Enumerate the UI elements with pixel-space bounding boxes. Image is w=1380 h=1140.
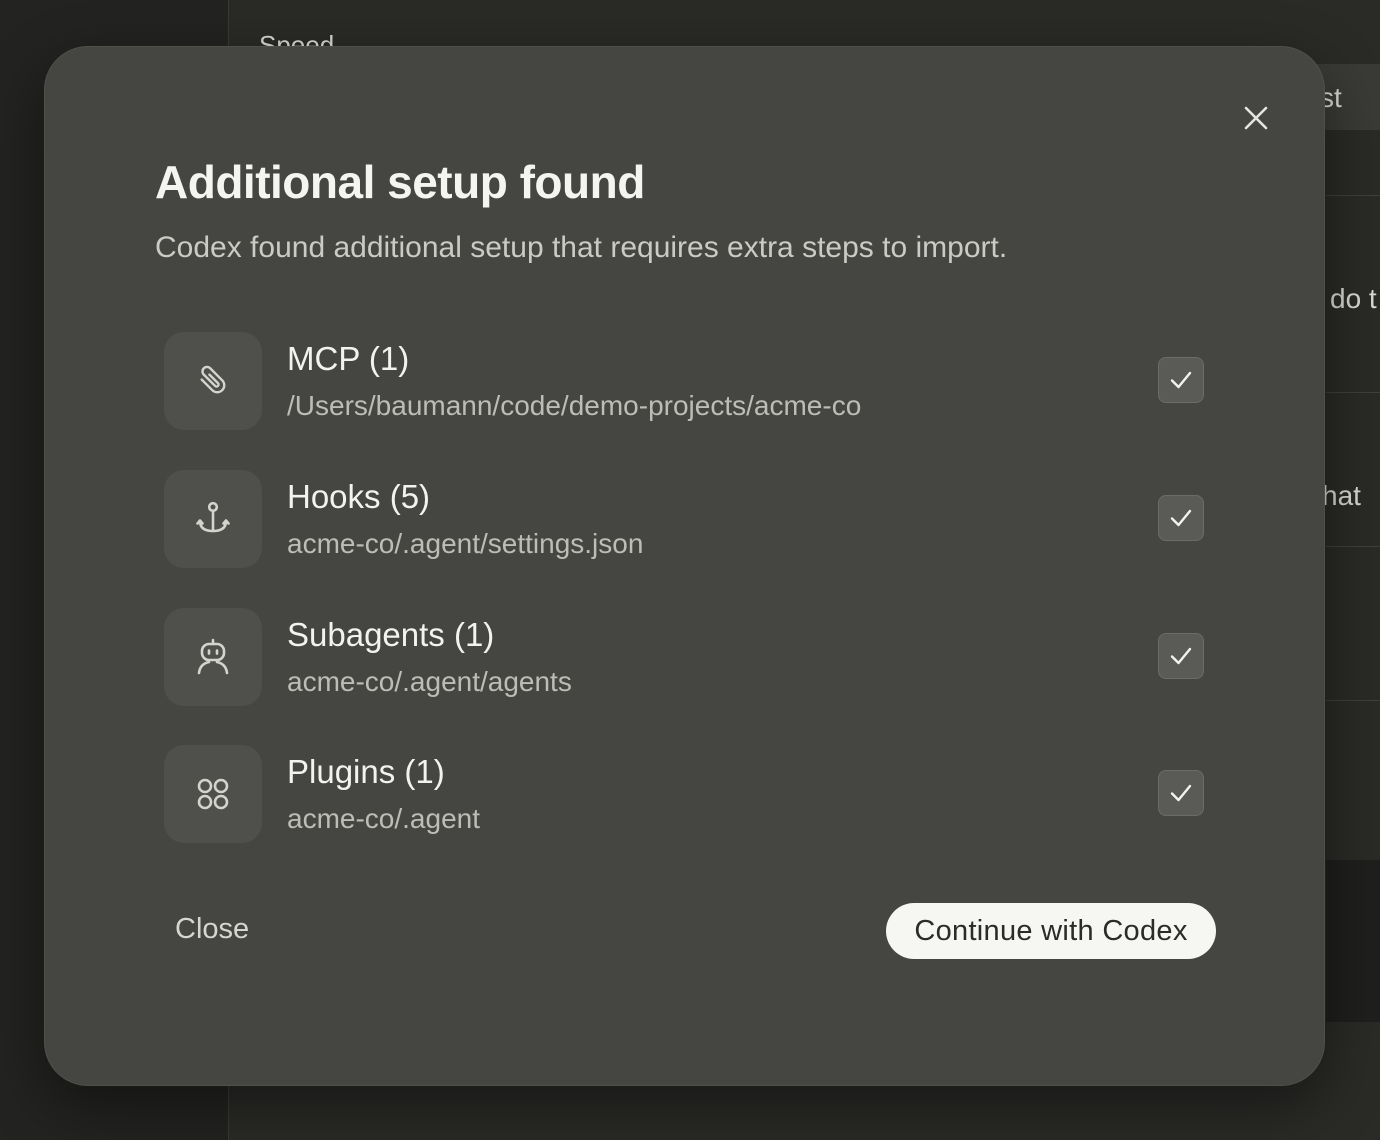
setup-item-mcp: MCP (1) /Users/baumann/code/demo-project…: [164, 332, 1208, 432]
continue-with-codex-button[interactable]: Continue with Codex: [886, 903, 1216, 959]
setup-dialog: Additional setup found Codex found addit…: [44, 46, 1325, 1086]
setup-item-title: Hooks (5): [287, 478, 431, 515]
check-icon: [1170, 647, 1192, 665]
subagents-checkbox[interactable]: [1158, 633, 1204, 679]
background-divider: [1326, 195, 1380, 196]
background-divider: [1326, 546, 1380, 547]
background-text-fragment: do t: [1330, 283, 1377, 314]
close-button[interactable]: Close: [175, 913, 249, 946]
background-block: [1326, 860, 1380, 1022]
plugins-checkbox[interactable]: [1158, 770, 1204, 816]
setup-item-path: acme-co/.agent/agents: [287, 666, 572, 697]
setup-item-path: /Users/baumann/code/demo-projects/acme-c…: [287, 390, 862, 421]
setup-item-hooks: Hooks (5) acme-co/.agent/settings.json: [164, 470, 1208, 570]
anchor-icon: [164, 470, 262, 568]
grid-dots-icon: [164, 745, 262, 843]
dialog-title: Additional setup found: [155, 156, 645, 208]
setup-item-title: Subagents (1): [287, 616, 495, 653]
mcp-checkbox[interactable]: [1158, 357, 1204, 403]
setup-item-plugins: Plugins (1) acme-co/.agent: [164, 745, 1208, 845]
close-icon[interactable]: [1241, 103, 1271, 133]
paperclip-icon: [164, 332, 262, 430]
robot-icon: [164, 608, 262, 706]
check-icon: [1170, 509, 1192, 527]
check-icon: [1170, 784, 1192, 802]
setup-item-title: MCP (1): [287, 340, 410, 377]
background-divider: [1326, 700, 1380, 701]
dialog-subtitle: Codex found additional setup that requir…: [155, 231, 1008, 264]
setup-item-path: acme-co/.agent: [287, 803, 480, 834]
setup-item-title: Plugins (1): [287, 753, 445, 790]
background-text-fragment: hat: [1322, 480, 1361, 511]
check-icon: [1170, 371, 1192, 389]
setup-item-subagents: Subagents (1) acme-co/.agent/agents: [164, 608, 1208, 708]
background-divider: [1326, 392, 1380, 393]
hooks-checkbox[interactable]: [1158, 495, 1204, 541]
setup-item-path: acme-co/.agent/settings.json: [287, 528, 644, 559]
